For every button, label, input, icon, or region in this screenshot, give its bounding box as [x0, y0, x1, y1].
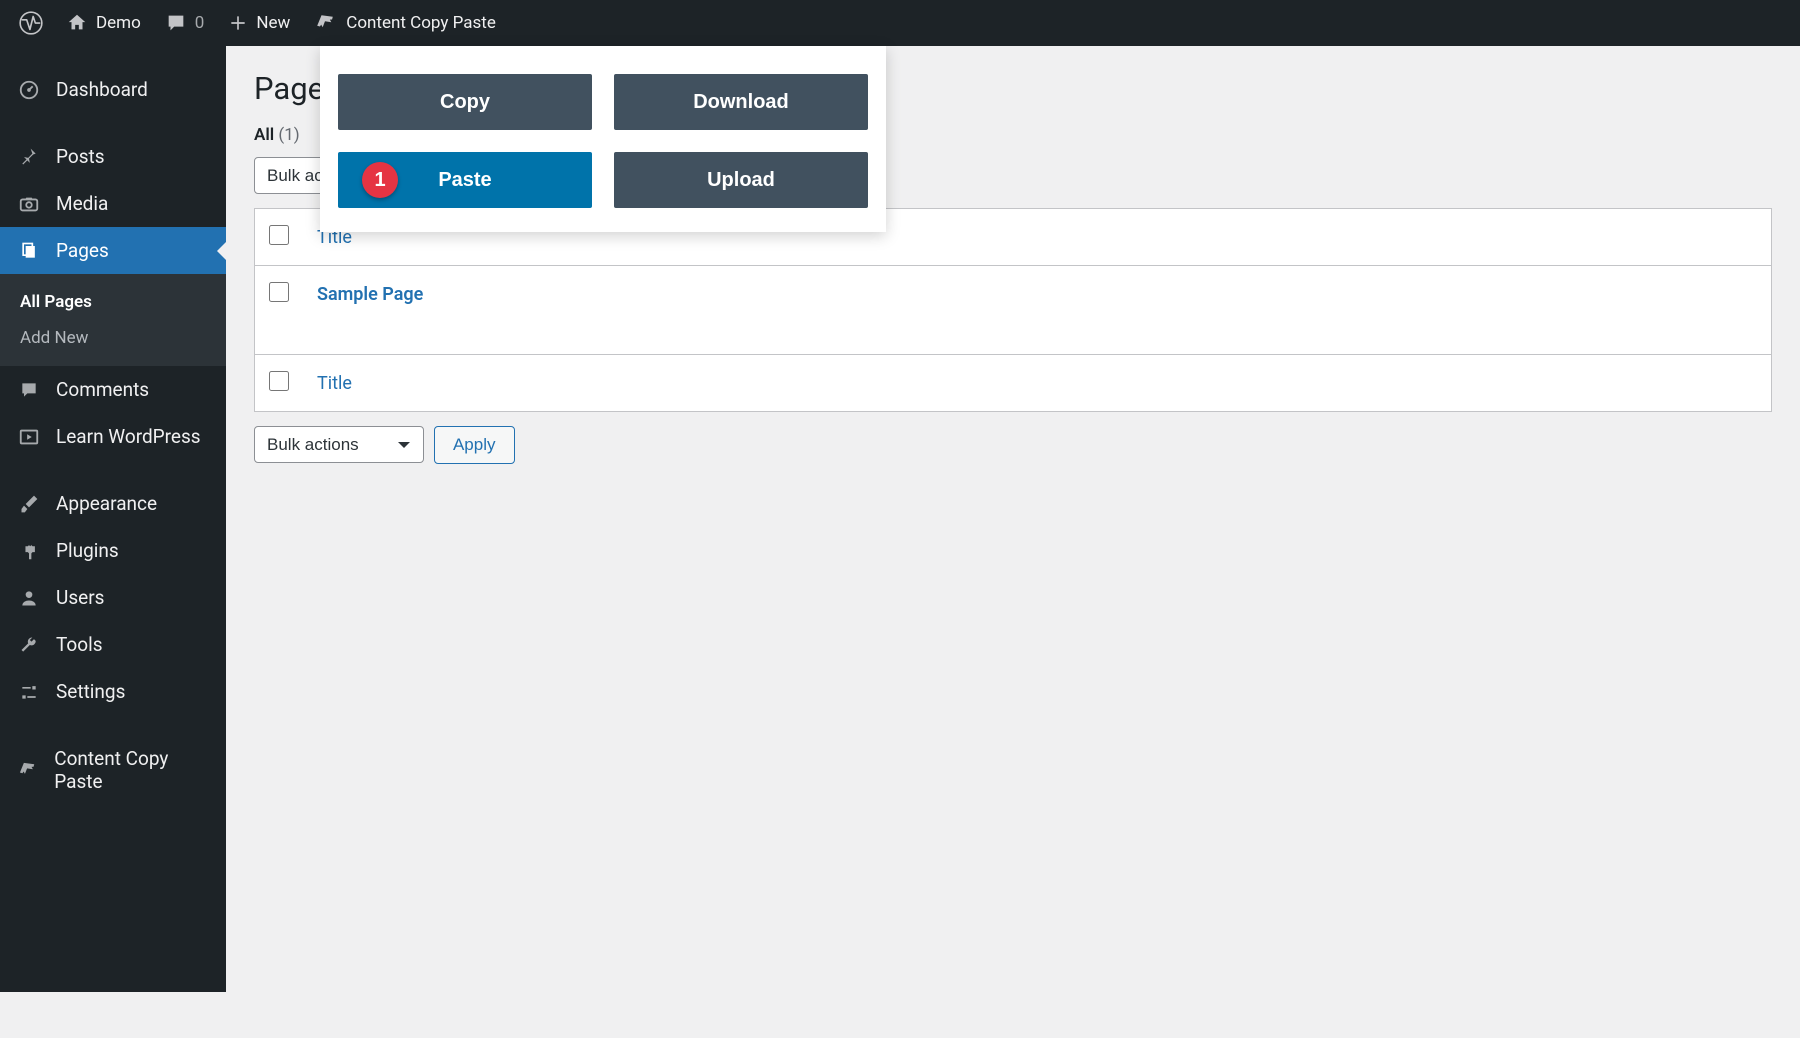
- table-row: Sample Page: [255, 266, 1772, 355]
- page-link[interactable]: Sample Page: [317, 284, 423, 305]
- bulk-actions-select-bottom[interactable]: Bulk actions: [254, 426, 424, 463]
- menu-tools[interactable]: Tools: [0, 621, 226, 668]
- download-button[interactable]: Download: [614, 74, 868, 130]
- comments-bubble[interactable]: 0: [153, 0, 217, 46]
- comments-count: 0: [195, 13, 205, 33]
- copy-button[interactable]: Copy: [338, 74, 592, 130]
- pages-table: Title Sample Page Title: [254, 208, 1772, 412]
- menu-label: Comments: [56, 378, 149, 401]
- ccp-dropdown-panel: Copy Download 1 Paste Upload: [320, 46, 886, 232]
- wrench-icon: [16, 635, 42, 655]
- sliders-icon: [16, 682, 42, 702]
- menu-settings[interactable]: Settings: [0, 668, 226, 715]
- upload-button[interactable]: Upload: [614, 152, 868, 208]
- menu-separator: [0, 715, 226, 735]
- plug-icon: [16, 541, 42, 561]
- site-name: Demo: [96, 13, 141, 33]
- menu-label: Learn WordPress: [56, 425, 201, 448]
- tag-icon: [314, 11, 338, 35]
- ccp-toolbar-item[interactable]: Content Copy Paste: [302, 0, 508, 46]
- select-all-checkbox[interactable]: [269, 225, 289, 245]
- menu-label: Tools: [56, 633, 103, 656]
- plus-icon: [228, 13, 248, 33]
- tag-icon: [16, 759, 40, 781]
- menu-plugins[interactable]: Plugins: [0, 527, 226, 574]
- ccp-label: Content Copy Paste: [346, 13, 496, 33]
- submenu-pages: All Pages Add New: [0, 274, 226, 366]
- row-title-cell: Sample Page: [303, 266, 1772, 355]
- menu-appearance[interactable]: Appearance: [0, 480, 226, 527]
- camera-icon: [16, 193, 42, 215]
- menu-label: Media: [56, 192, 108, 215]
- column-title-footer: Title: [303, 355, 1772, 412]
- paste-label: Paste: [438, 169, 491, 192]
- video-icon: [16, 426, 42, 448]
- pin-icon: [16, 147, 42, 167]
- menu-label: Dashboard: [56, 78, 148, 101]
- site-home[interactable]: Demo: [54, 0, 153, 46]
- menu-learn-wp[interactable]: Learn WordPress: [0, 413, 226, 460]
- menu-media[interactable]: Media: [0, 180, 226, 227]
- filter-count: (1): [278, 125, 299, 145]
- bulk-actions-wrap-bottom: Bulk actions: [254, 426, 424, 463]
- menu-label: Users: [56, 586, 104, 609]
- step-badge: 1: [362, 162, 398, 198]
- comment-icon: [16, 380, 42, 400]
- menu-separator: [0, 460, 226, 480]
- menu-label: Plugins: [56, 539, 119, 562]
- home-icon: [66, 12, 88, 34]
- menu-comments[interactable]: Comments: [0, 366, 226, 413]
- filter-all[interactable]: All: [254, 125, 274, 145]
- admin-sidebar: Dashboard Posts Media Pages All Pages Ad…: [0, 46, 226, 992]
- pages-icon: [16, 241, 42, 261]
- menu-label: Settings: [56, 680, 125, 703]
- select-all-footer: [255, 355, 304, 412]
- apply-button[interactable]: Apply: [434, 426, 515, 464]
- brush-icon: [16, 494, 42, 514]
- submenu-add-new[interactable]: Add New: [0, 320, 226, 356]
- select-all-header: [255, 209, 304, 266]
- menu-label: Content Copy Paste: [54, 747, 210, 793]
- menu-label: Posts: [56, 145, 105, 168]
- select-all-checkbox-bottom[interactable]: [269, 371, 289, 391]
- row-checkbox[interactable]: [269, 282, 289, 302]
- wp-logo[interactable]: [8, 0, 54, 46]
- menu-label: Appearance: [56, 492, 157, 515]
- wordpress-icon: [18, 10, 44, 36]
- menu-users[interactable]: Users: [0, 574, 226, 621]
- menu-label: Pages: [56, 239, 109, 262]
- row-select-cell: [255, 266, 304, 355]
- new-label: New: [256, 13, 290, 33]
- menu-ccp[interactable]: Content Copy Paste: [0, 735, 226, 805]
- user-icon: [16, 588, 42, 608]
- comment-icon: [165, 12, 187, 34]
- menu-dashboard[interactable]: Dashboard: [0, 66, 226, 113]
- sort-title-bottom[interactable]: Title: [317, 373, 352, 394]
- admin-toolbar: Demo 0 New Content Copy Paste: [0, 0, 1800, 46]
- menu-separator: [0, 113, 226, 133]
- menu-posts[interactable]: Posts: [0, 133, 226, 180]
- new-content[interactable]: New: [216, 0, 302, 46]
- dashboard-icon: [16, 79, 42, 101]
- bottom-actions: Bulk actions Apply: [254, 426, 1772, 477]
- submenu-all-pages[interactable]: All Pages: [0, 284, 226, 320]
- menu-pages[interactable]: Pages: [0, 227, 226, 274]
- paste-button[interactable]: 1 Paste: [338, 152, 592, 208]
